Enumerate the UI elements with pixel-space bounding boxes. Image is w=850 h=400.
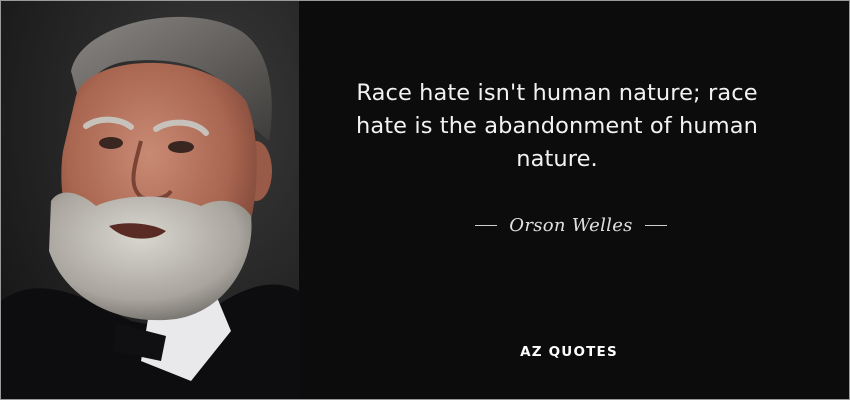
quote-card: Race hate isn't human nature; race hate … [0, 0, 850, 400]
author-name[interactable]: Orson Welles [509, 215, 632, 236]
left-dash [475, 224, 498, 226]
author-portrait [1, 1, 299, 399]
quote-text: Race hate isn't human nature; race hate … [355, 80, 758, 172]
author-attribution: Orson Welles [471, 212, 671, 238]
right-dash [644, 224, 667, 226]
brand-logo: AZ QUOTES [520, 344, 618, 360]
